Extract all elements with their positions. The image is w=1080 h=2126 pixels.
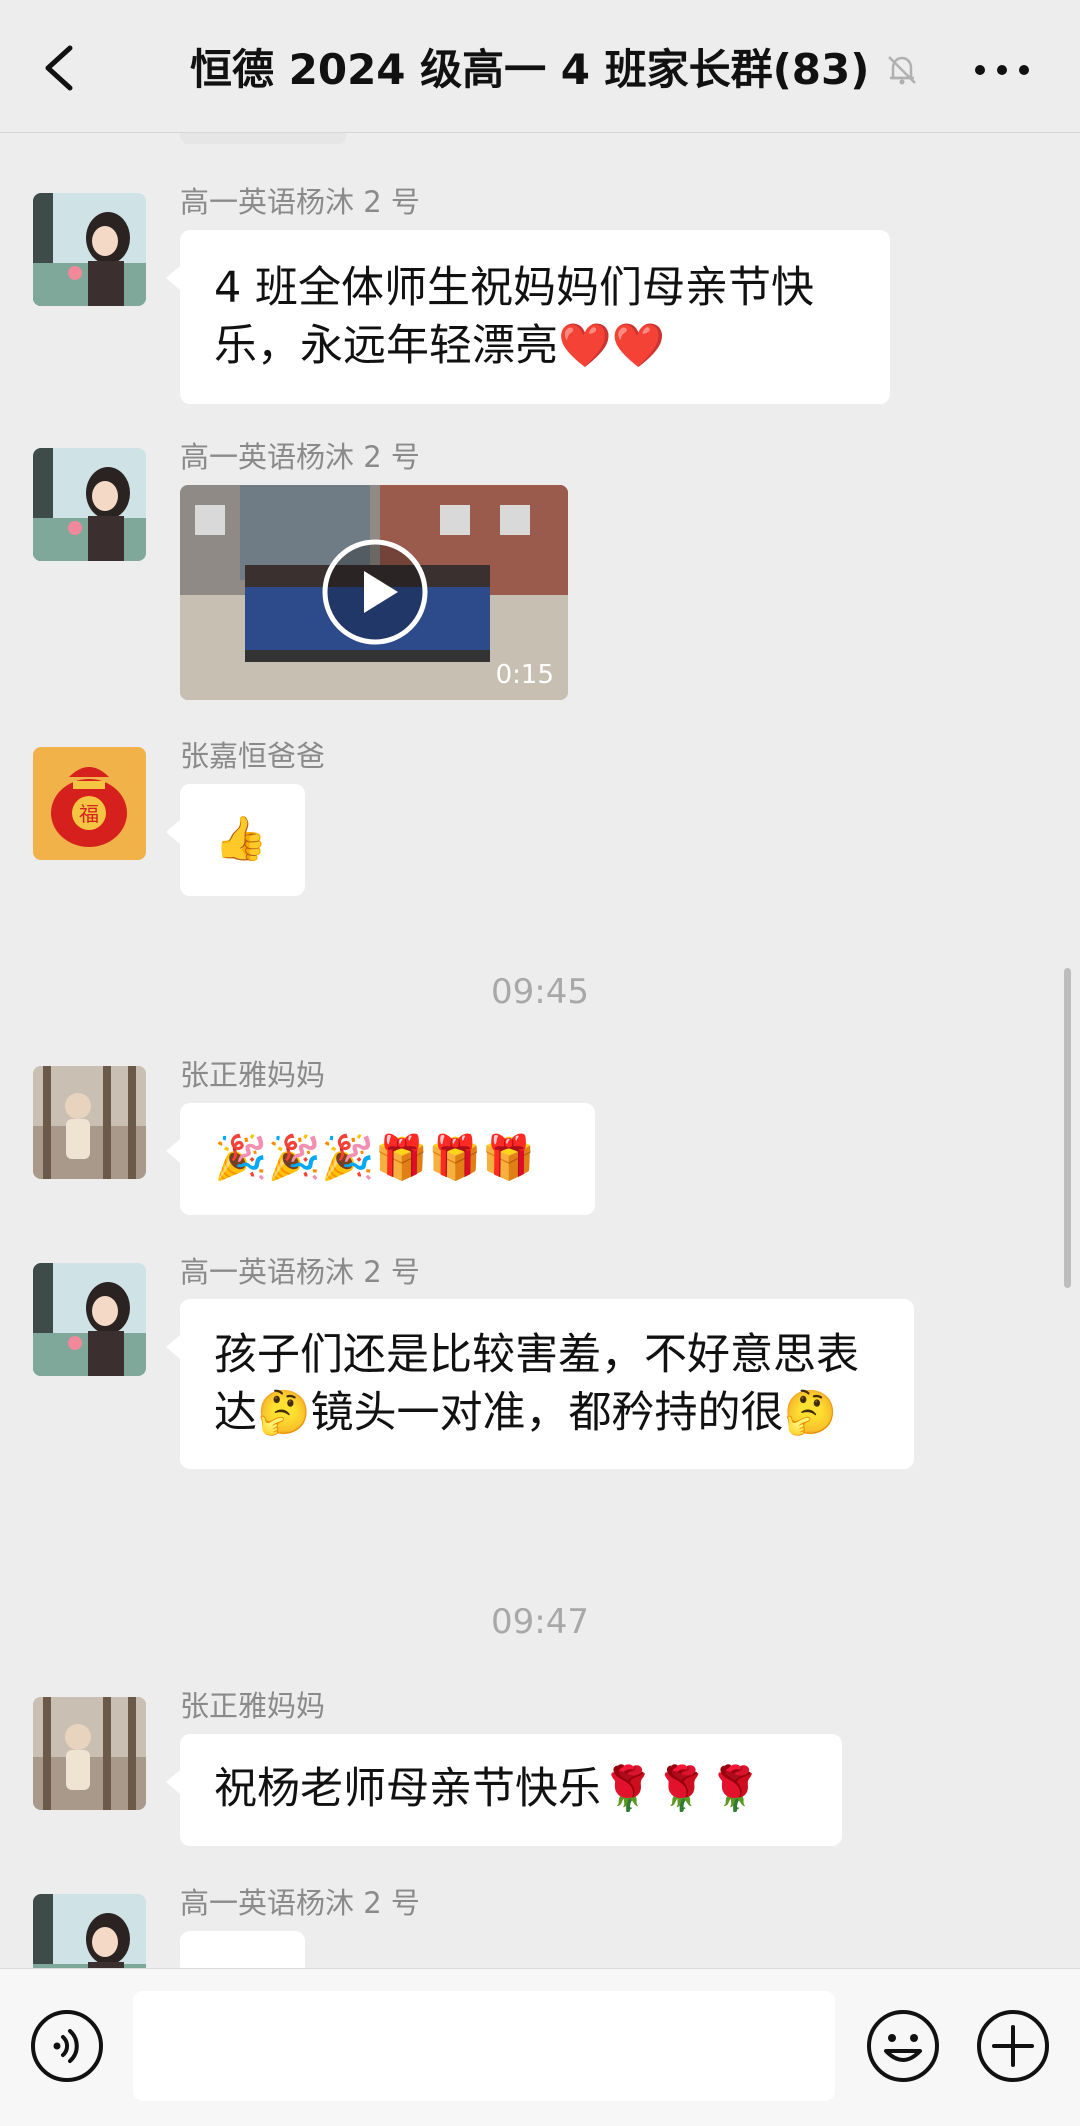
avatar[interactable]: 福	[33, 747, 146, 860]
sender-name: 张正雅妈妈	[180, 1058, 326, 1092]
avatar[interactable]	[33, 448, 146, 561]
scrollbar[interactable]	[1064, 968, 1071, 1288]
sender-name: 张正雅妈妈	[180, 1689, 326, 1723]
avatar[interactable]	[33, 1263, 146, 1376]
play-icon[interactable]	[320, 537, 430, 647]
chevron-left-icon[interactable]	[40, 44, 80, 92]
plus-circle-icon[interactable]	[976, 2009, 1050, 2083]
smiley-icon[interactable]	[866, 2009, 940, 2083]
bell-slash-icon	[888, 56, 916, 85]
message-bubble[interactable]: 4 班全体师生祝妈妈们母亲节快乐，永远年轻漂亮❤️❤️	[166, 230, 890, 404]
chat-title[interactable]: 恒德 2024 级高一 4 班家长群(83)	[190, 38, 890, 102]
sender-name: 高一英语杨沐 2 号	[180, 1255, 420, 1289]
message-bubble[interactable]: 孩子们还是比较害羞，不好意思表达🤔镜头一对准，都矜持的很🤔	[166, 1299, 914, 1469]
voice-icon[interactable]	[30, 2009, 104, 2083]
video-message[interactable]: 0:15	[180, 485, 568, 700]
timestamp: 09:45	[491, 972, 589, 1012]
message-bubble[interactable]: 👍	[166, 784, 305, 896]
video-duration: 0:15	[495, 660, 554, 690]
avatar[interactable]	[33, 1697, 146, 1810]
sender-name: 高一英语杨沐 2 号	[180, 185, 420, 219]
avatar[interactable]	[33, 1066, 146, 1179]
sender-name: 高一英语杨沐 2 号	[180, 1886, 420, 1920]
sender-name: 高一英语杨沐 2 号	[180, 440, 420, 474]
more-dots-icon[interactable]	[972, 50, 1032, 90]
timestamp: 09:47	[491, 1602, 589, 1642]
sender-name: 张嘉恒爸爸	[180, 739, 326, 773]
message-bubble[interactable]: 🎉🎉🎉🎁🎁🎁	[166, 1103, 595, 1215]
input-bar	[0, 1968, 1080, 2126]
chat-header: 恒德 2024 级高一 4 班家长群(83)	[0, 0, 1080, 133]
message-bubble[interactable]: 祝杨老师母亲节快乐🌹🌹🌹	[166, 1734, 842, 1846]
avatar[interactable]	[33, 193, 146, 306]
message-input[interactable]	[133, 1991, 835, 2101]
svg-text:福: 福	[79, 802, 99, 826]
